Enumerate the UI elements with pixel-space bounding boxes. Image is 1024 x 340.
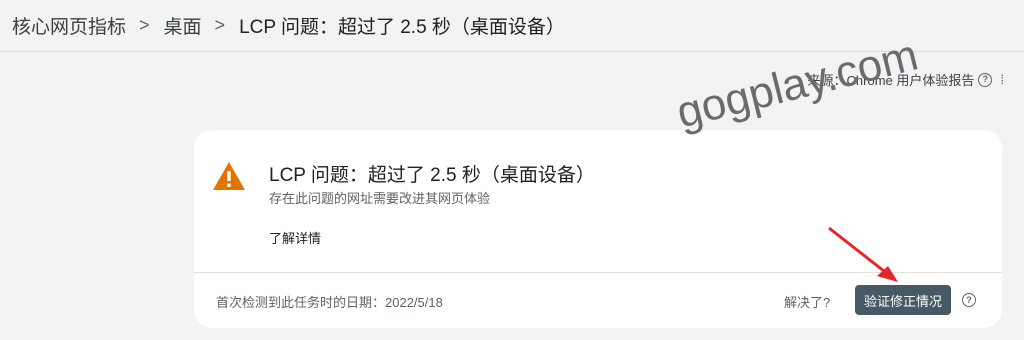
validate-fix-button[interactable]: 验证修正情况 xyxy=(855,285,951,315)
red-arrow-annotation xyxy=(828,226,898,282)
overflow-menu-icon[interactable]: ⁞ xyxy=(1000,72,1004,87)
learn-more-link[interactable]: 了解详情 xyxy=(269,228,321,247)
help-icon[interactable]: ? xyxy=(978,72,993,87)
breadcrumb-core-web-vitals[interactable]: 核心网页指标 xyxy=(12,12,126,39)
resolved-prompt: 解决了? xyxy=(784,295,831,310)
warning-icon xyxy=(213,162,245,190)
breadcrumb-desktop[interactable]: 桌面 xyxy=(164,12,202,39)
first-detected-date: 首次检测到此任务时的日期：2022/5/18 xyxy=(216,295,443,310)
issue-subtitle: 存在此问题的网址需要改进其网页体验 xyxy=(269,191,491,206)
issue-title: LCP 问题：超过了 2.5 秒（桌面设备） xyxy=(269,165,595,186)
breadcrumb-current-issue: LCP 问题：超过了 2.5 秒（桌面设备） xyxy=(239,17,565,38)
chevron-right-icon: > xyxy=(139,15,150,35)
chevron-right-icon: > xyxy=(214,15,226,35)
help-icon[interactable]: ? xyxy=(962,293,976,307)
